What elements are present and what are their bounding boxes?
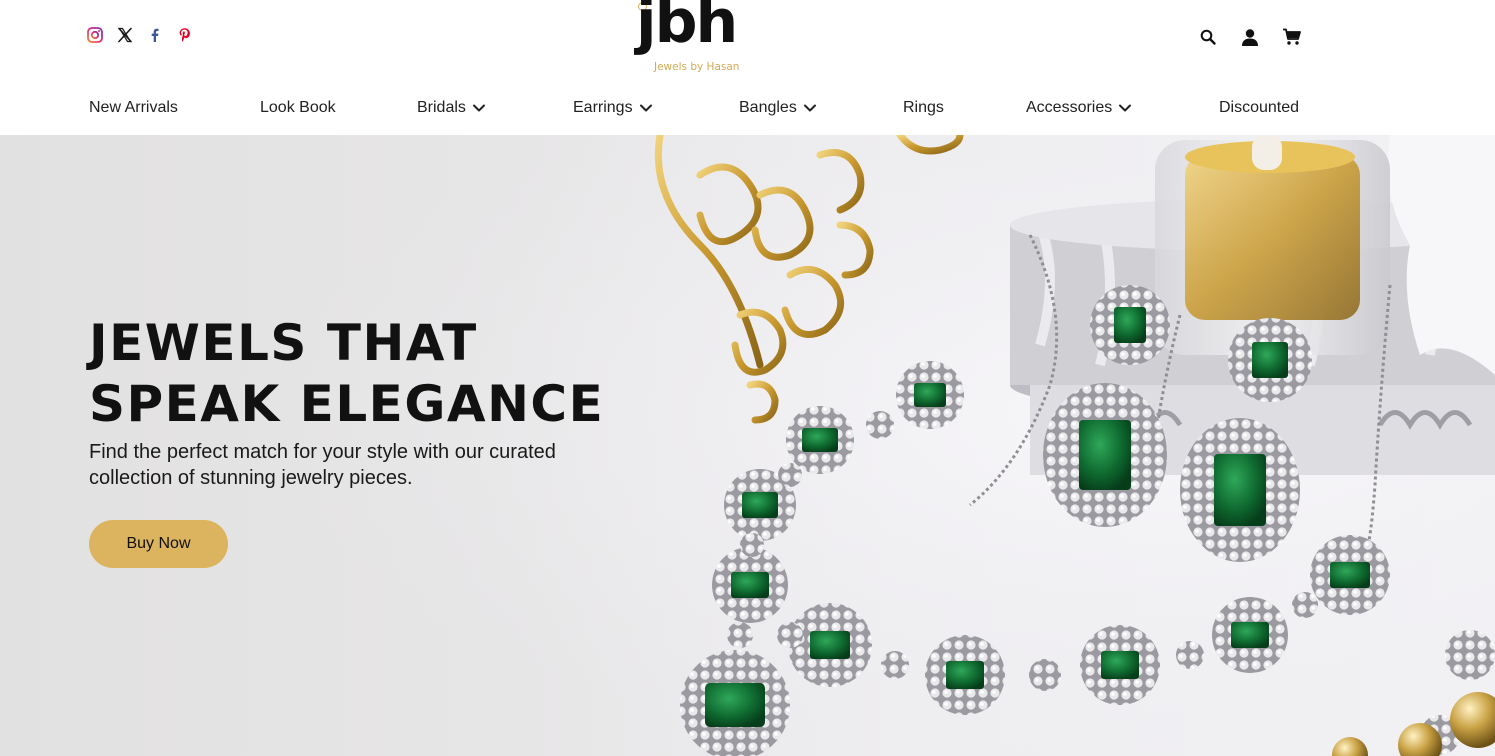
hero-banner: JEWELS THAT SPEAK ELEGANCE Find the perf… [0,135,1495,756]
hero-title-line-2: SPEAK ELEGANCE [89,375,605,433]
header-actions [1197,26,1303,48]
instagram-icon[interactable] [86,26,104,44]
hero-description: Find the perfect match for your style wi… [89,441,556,489]
hero-title: JEWELS THAT SPEAK ELEGANCE [89,313,649,435]
nav-item-label: Earrings [573,99,633,116]
cart-icon[interactable] [1281,26,1303,48]
nav-item-label: Accessories [1026,99,1113,116]
nav-item-bridals[interactable]: Bridals [417,96,486,120]
nav-item-earrings[interactable]: Earrings [573,96,653,120]
chevron-down-icon [1118,101,1132,115]
main-nav: New Arrivals Look Book Bridals Earrings … [0,96,1495,122]
search-icon[interactable] [1197,26,1219,48]
x-twitter-icon[interactable] [116,26,134,44]
buy-now-button[interactable]: Buy Now [89,520,228,568]
logo-subtitle: Jewels by Hasan [654,61,740,73]
hero-title-line-1: JEWELS THAT [89,314,478,372]
chevron-down-icon [803,101,817,115]
nav-item-label: Rings [903,99,944,116]
nav-item-new-arrivals[interactable]: New Arrivals [89,96,178,120]
social-links [86,26,194,44]
site-header: jbh Jewels by Hasan New Arrivals Look Bo… [0,0,1495,135]
nav-item-label: Bangles [739,99,797,116]
nav-item-rings[interactable]: Rings [903,96,944,120]
chevron-down-icon [639,101,653,115]
facebook-icon[interactable] [146,26,164,44]
account-icon[interactable] [1239,26,1261,48]
pinterest-icon[interactable] [176,26,194,44]
nav-item-bangles[interactable]: Bangles [739,96,817,120]
nav-item-label: Discounted [1219,99,1300,116]
nav-item-label: Bridals [417,99,466,116]
nav-item-look-book[interactable]: Look Book [260,96,336,120]
chevron-down-icon [472,101,486,115]
nav-item-label: Look Book [260,99,336,116]
logo-text: jbh [636,0,738,57]
nav-item-accessories[interactable]: Accessories [1026,96,1132,120]
nav-item-discounted[interactable]: Discounted [1219,96,1299,120]
brand-logo[interactable]: jbh Jewels by Hasan [634,0,754,78]
nav-item-label: New Arrivals [89,99,178,116]
